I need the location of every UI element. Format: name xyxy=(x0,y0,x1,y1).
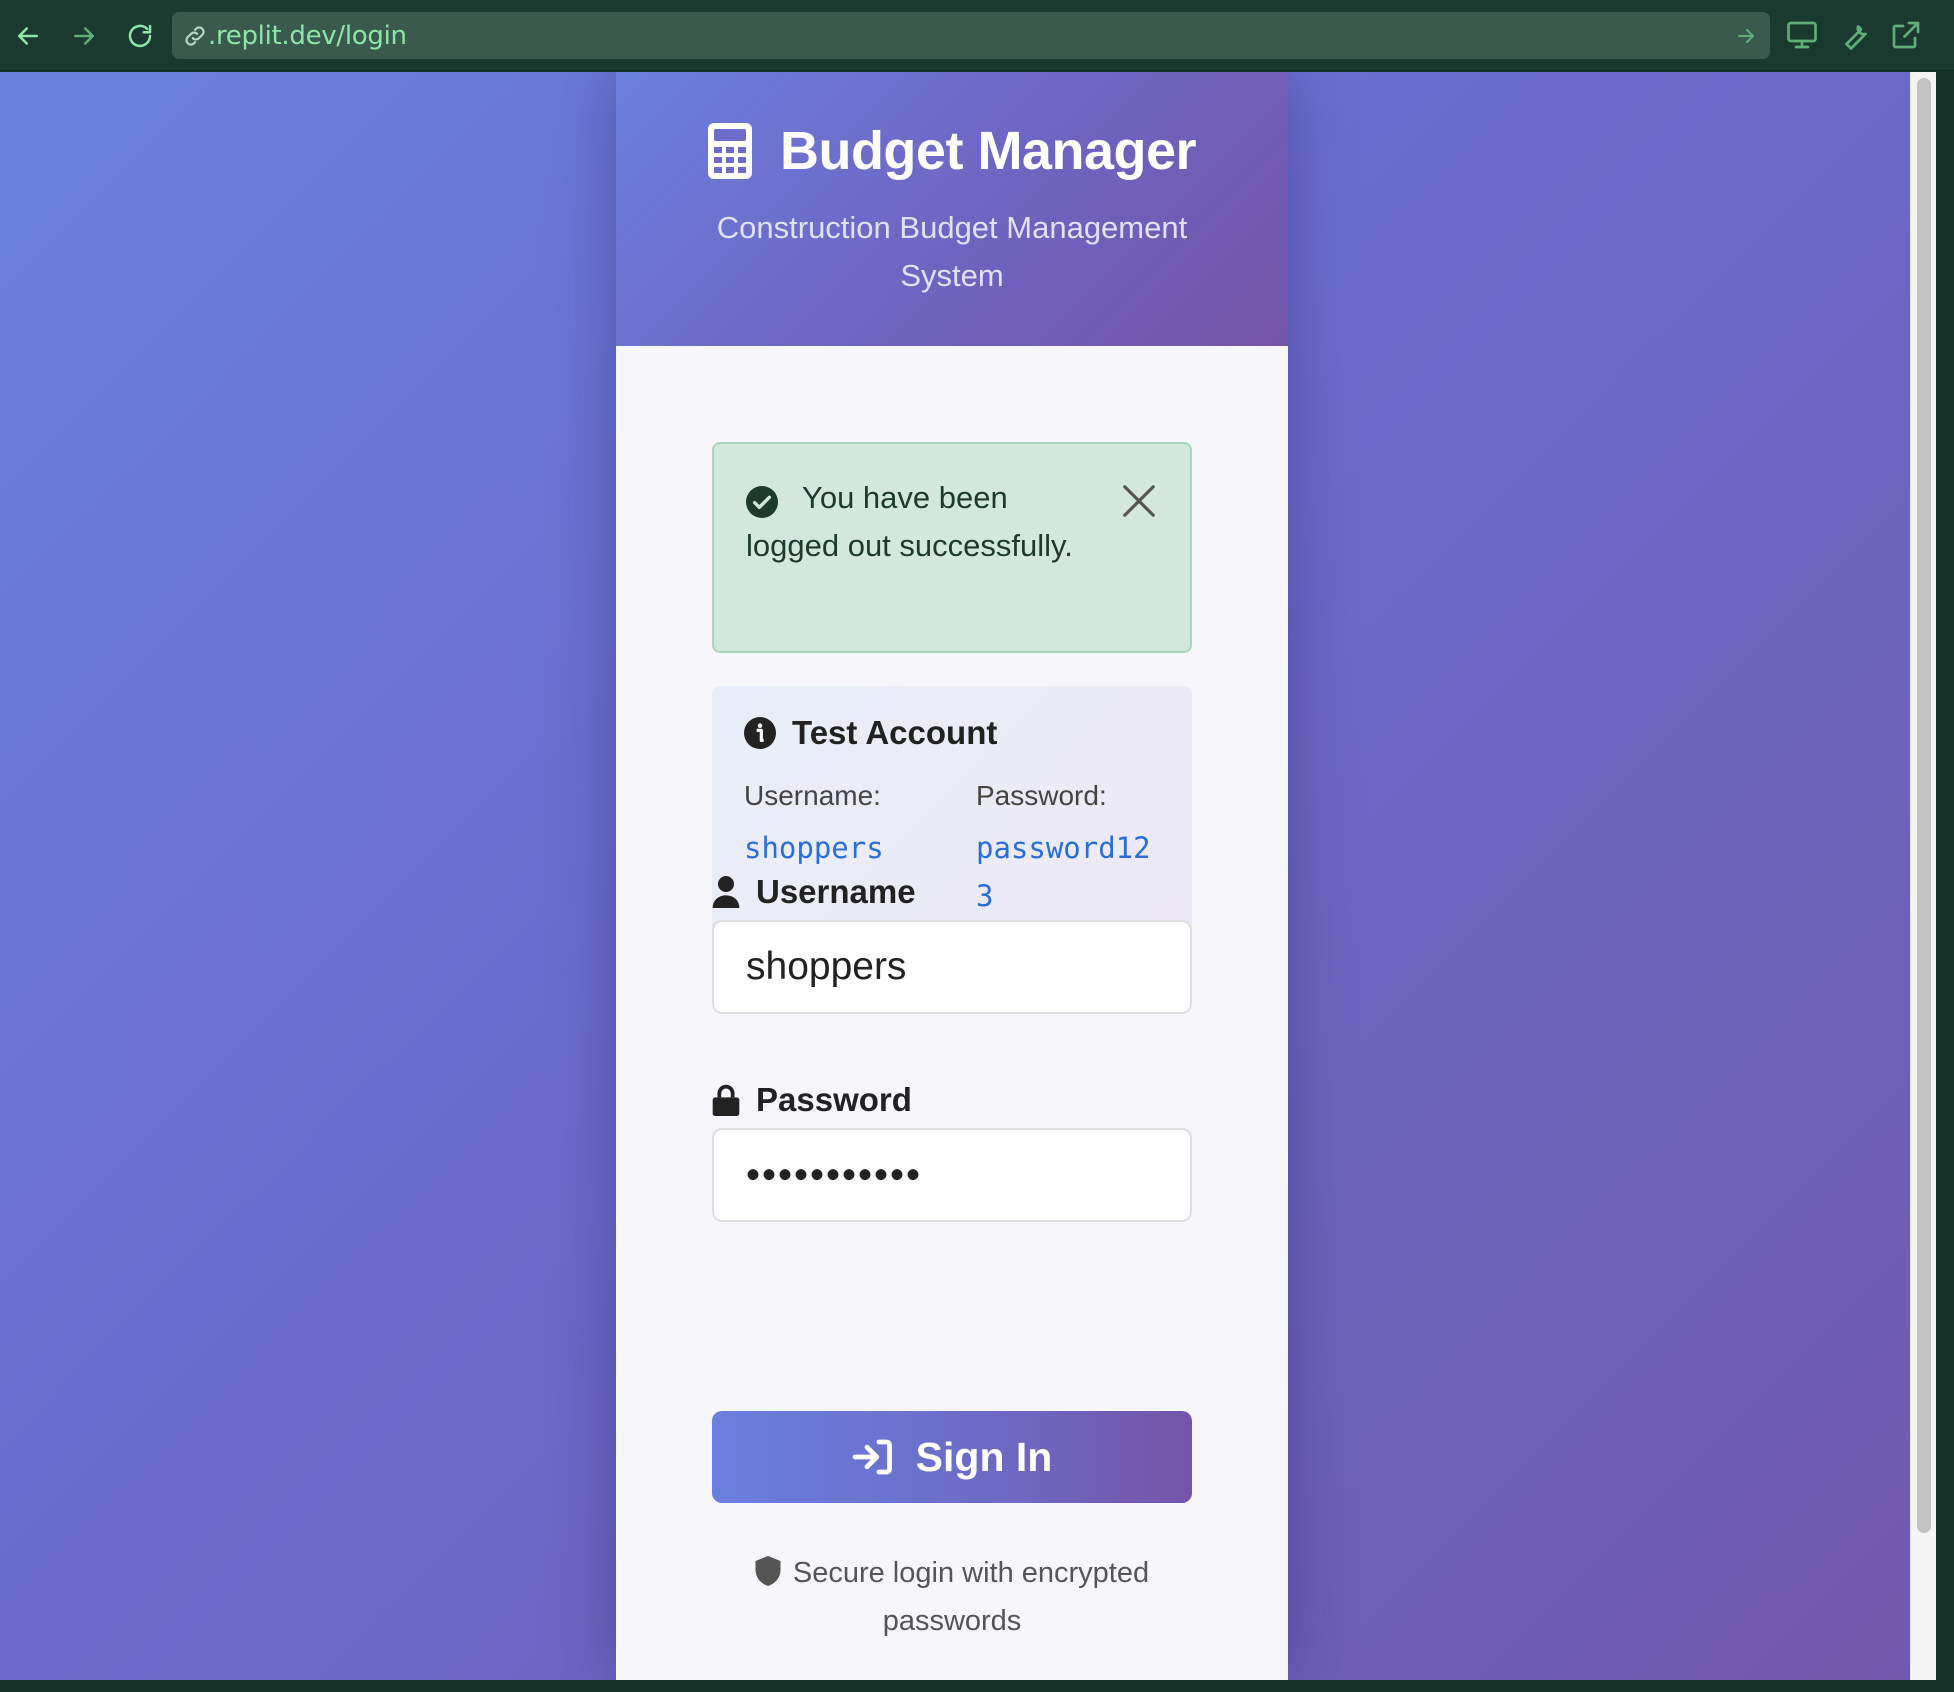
secure-login-text: Secure login with encrypted passwords xyxy=(792,1557,1150,1637)
username-input[interactable] xyxy=(712,920,1192,1014)
username-label: Username xyxy=(712,873,916,911)
calculator-icon xyxy=(707,123,752,179)
sign-in-icon xyxy=(852,1439,892,1475)
sign-in-button[interactable]: Sign In xyxy=(712,1411,1192,1503)
username-label-text: Username xyxy=(756,873,916,910)
back-button[interactable] xyxy=(4,12,52,60)
test-account-heading: Test Account xyxy=(744,714,997,752)
go-arrow-icon[interactable] xyxy=(1734,24,1758,48)
page-scrollbar[interactable] xyxy=(1910,72,1936,1680)
forward-button[interactable] xyxy=(60,12,108,60)
card-header: Budget Manager Construction Budget Manag… xyxy=(616,72,1288,346)
password-label-text: Password xyxy=(756,1081,912,1118)
app-title: Budget Manager xyxy=(616,120,1288,182)
test-account-title: Test Account xyxy=(792,714,998,751)
password-input[interactable] xyxy=(712,1128,1192,1222)
url-text: .replit.dev/login xyxy=(208,21,407,51)
shield-icon xyxy=(755,1556,781,1586)
info-circle-icon xyxy=(744,717,776,749)
scrollbar-thumb[interactable] xyxy=(1917,78,1931,1533)
page-subtitle: Construction Budget Management System xyxy=(716,210,1188,293)
reload-icon xyxy=(128,24,152,48)
monitor-icon[interactable] xyxy=(1784,17,1820,53)
alert-message: You have been logged out successfully. xyxy=(746,480,1073,563)
test-username-value: shoppers xyxy=(744,831,884,865)
lock-icon xyxy=(712,1084,740,1116)
page-title: Budget Manager xyxy=(779,121,1197,181)
user-icon xyxy=(712,876,740,908)
login-card: Budget Manager Construction Budget Manag… xyxy=(616,72,1288,1680)
browser-toolbar: .replit.dev/login xyxy=(0,0,1954,71)
back-arrow-icon xyxy=(18,27,38,45)
reload-button[interactable] xyxy=(116,12,164,60)
test-password-value: password123 xyxy=(976,831,1151,913)
wrench-icon[interactable] xyxy=(1836,17,1872,53)
close-icon[interactable] xyxy=(1120,482,1158,520)
secure-login-note: Secure login with encrypted passwords xyxy=(712,1549,1192,1645)
link-icon xyxy=(185,26,205,46)
sign-in-label: Sign In xyxy=(915,1433,1053,1480)
address-bar[interactable]: .replit.dev/login xyxy=(172,12,1770,59)
test-username-label: Username: xyxy=(744,780,881,811)
page-viewport: Budget Manager Construction Budget Manag… xyxy=(0,72,1910,1680)
card-body: You have been logged out successfully. T… xyxy=(616,346,1288,1680)
password-label: Password xyxy=(712,1081,912,1119)
external-link-icon[interactable] xyxy=(1888,17,1924,53)
window-edge xyxy=(1936,72,1954,1692)
test-password-label: Password: xyxy=(976,780,1107,811)
window-bottom-edge xyxy=(0,1680,1954,1692)
forward-arrow-icon xyxy=(74,27,94,45)
logout-success-alert: You have been logged out successfully. xyxy=(712,442,1192,653)
